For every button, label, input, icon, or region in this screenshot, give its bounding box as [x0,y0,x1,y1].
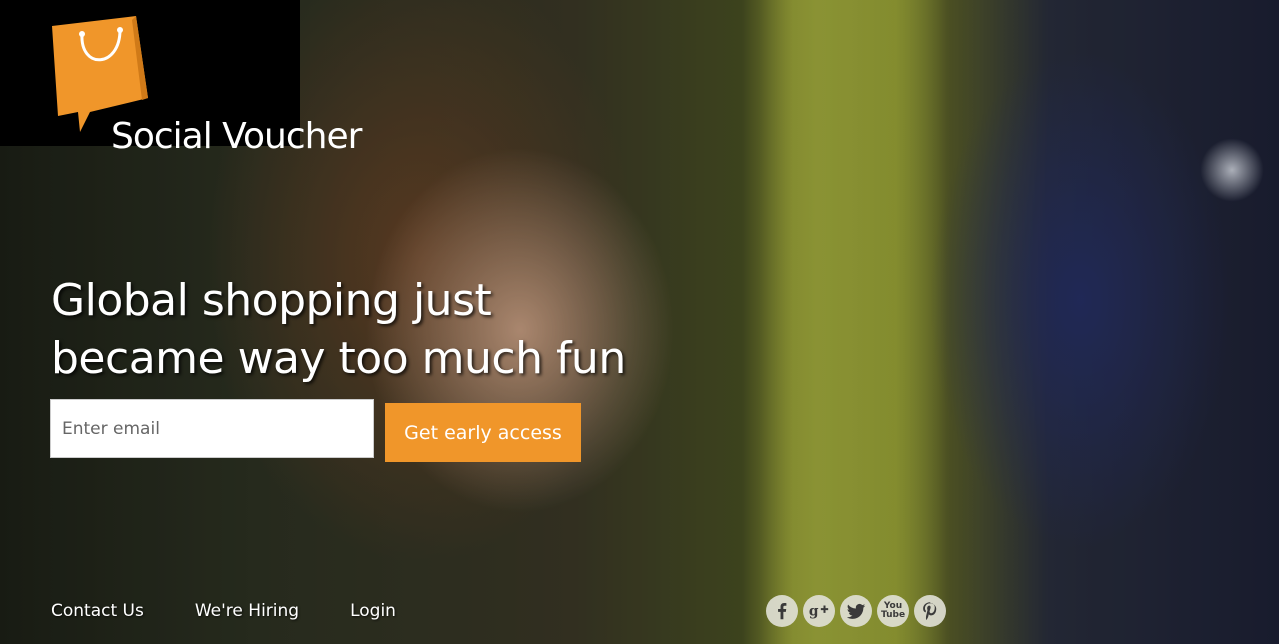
brand-name: Social Voucher [111,116,362,157]
youtube-icon[interactable]: You Tube [877,595,909,627]
headline-line-2: became way too much fun [51,333,626,384]
login-link[interactable]: Login [350,601,396,621]
pinterest-icon[interactable] [914,595,946,627]
get-early-access-button[interactable]: Get early access [385,403,581,462]
social-links: g You Tube [766,595,946,627]
email-input[interactable] [50,399,374,458]
headline-line-1: Global shopping just [51,275,492,326]
hero-headline: Global shopping just became way too much… [51,272,751,388]
svg-text:g: g [809,604,819,620]
contact-us-link[interactable]: Contact Us [51,601,144,621]
youtube-icon-text: You Tube [880,601,906,620]
google-plus-icon[interactable]: g [803,595,835,627]
facebook-icon[interactable] [766,595,798,627]
twitter-icon[interactable] [840,595,872,627]
footer-nav: Contact Us We're Hiring Login [51,601,396,621]
were-hiring-link[interactable]: We're Hiring [195,601,299,621]
shopping-bag-icon [52,16,148,132]
